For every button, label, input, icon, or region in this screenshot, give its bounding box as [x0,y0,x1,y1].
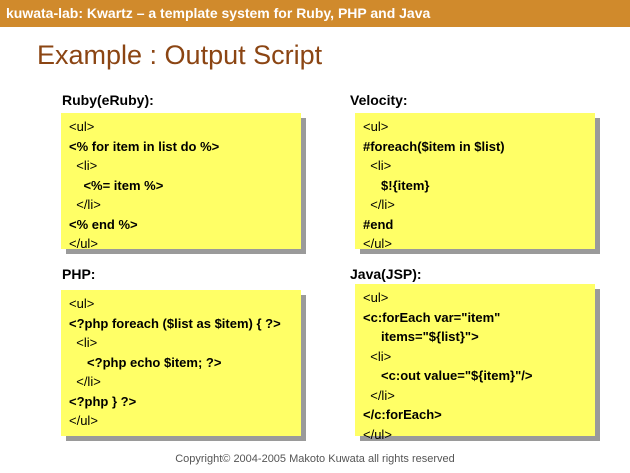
code-line: </ul> [69,236,98,251]
code-line: items="${list}"> [363,329,479,344]
code-line: <li> [363,348,392,364]
code-line: <?php foreach ($list as $item) { ?> [69,315,281,331]
code-line: <?php } ?> [69,393,137,409]
code-line: #end [363,216,394,232]
code-line: </ul> [363,236,392,251]
code-line: </ul> [69,413,98,428]
code-line: <ul> [363,119,389,134]
velocity-code-box: <ul> #foreach($item in $list) <li> $!{ite… [355,113,595,251]
code-line: </li> [69,197,101,212]
code-line: <% for item in list do %> [69,138,220,154]
php-label: PHP: [62,266,96,282]
ruby-code-box: <ul> <% for item in list do %> <li> <%= i… [61,113,301,251]
code-line: <li> [69,335,98,350]
code-line: <% end %> [69,216,138,232]
header-banner: kuwata-lab: Kwartz – a template system f… [0,0,630,27]
code-line: </li> [69,374,101,389]
ruby-label: Ruby(eRuby): [62,92,154,108]
code-line: <li> [363,158,392,173]
jsp-label: Java(JSP): [350,266,422,282]
code-line: <ul> [69,296,95,311]
php-code-box: <ul> <?php foreach ($list as $item) { ?> … [61,290,301,436]
code-line: <li> [69,158,98,173]
code-line: </c:forEach> [363,407,442,422]
slide-title: Example : Output Script [37,40,323,70]
code-line: <c:out value="${item}"/> [363,368,533,383]
code-line: #foreach($item in $list) [363,138,505,154]
code-line: <c:forEach var="item" [363,309,501,325]
copyright-footer: Copyright© 2004-2005 Makoto Kuwata all r… [175,453,455,465]
code-line: <%= item %> [69,177,164,193]
code-line: </ul> [363,426,392,442]
code-line: <?php echo $item; ?> [69,354,222,370]
code-line: <ul> [69,119,95,134]
code-line: </li> [363,197,395,212]
velocity-label: Velocity: [350,92,408,108]
jsp-code-box: <ul> <c:forEach var="item" items="${list}… [355,284,595,442]
code-line: $!{item} [363,177,430,193]
code-line: </li> [363,387,395,403]
code-line: <ul> [363,290,389,305]
